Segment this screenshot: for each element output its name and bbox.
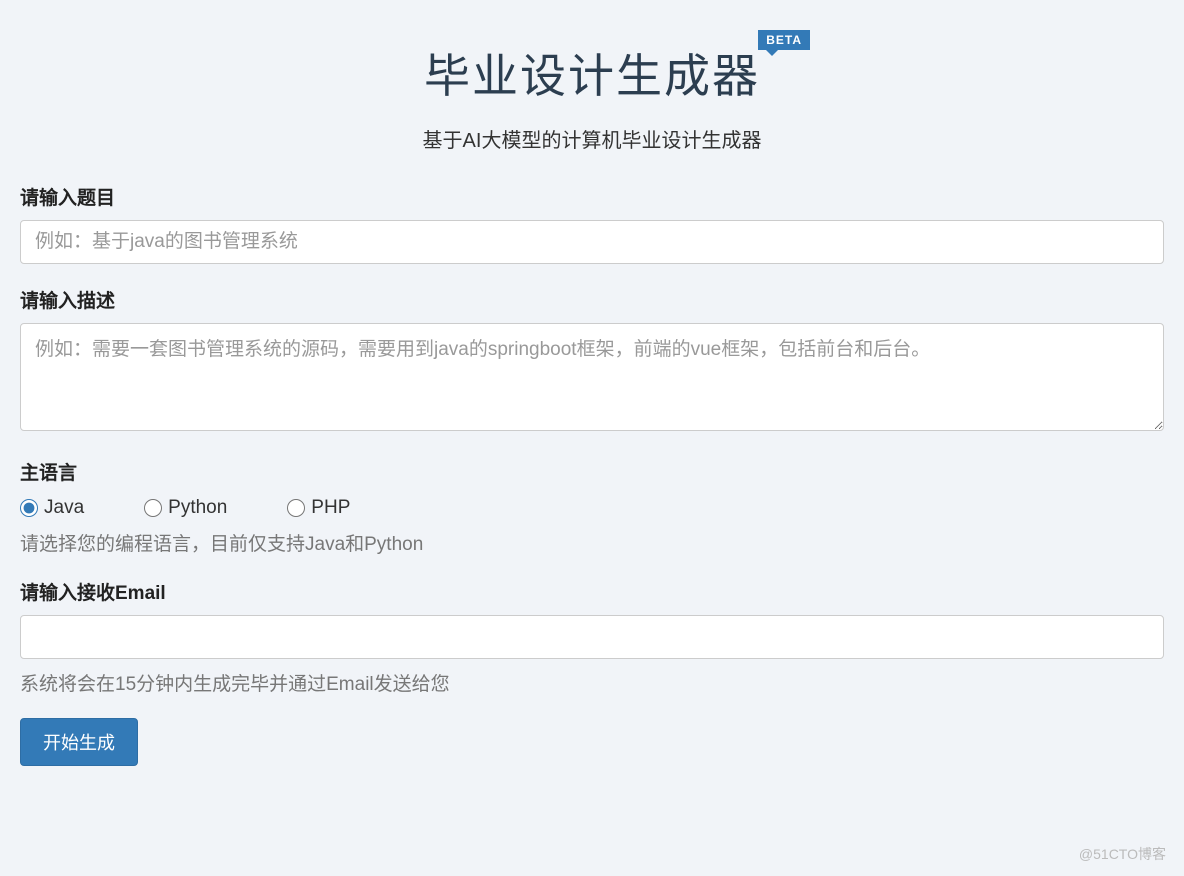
language-radio-java-label: Java bbox=[44, 497, 84, 519]
title-form-group: 请输入题目 bbox=[20, 183, 1164, 264]
page-subtitle: 基于AI大模型的计算机毕业设计生成器 bbox=[20, 124, 1164, 153]
language-label: 主语言 bbox=[20, 458, 1164, 485]
title-input[interactable] bbox=[20, 220, 1164, 264]
language-radio-java[interactable] bbox=[20, 499, 38, 517]
email-label: 请输入接收Email bbox=[20, 578, 1164, 605]
language-option-python[interactable]: Python bbox=[144, 497, 227, 519]
watermark: @51CTO博客 bbox=[1079, 844, 1166, 864]
beta-badge: BETA bbox=[758, 30, 810, 50]
email-input[interactable] bbox=[20, 615, 1164, 659]
language-radio-php[interactable] bbox=[287, 499, 305, 517]
language-option-java[interactable]: Java bbox=[20, 497, 84, 519]
language-radio-python[interactable] bbox=[144, 499, 162, 517]
language-option-php[interactable]: PHP bbox=[287, 497, 350, 519]
description-form-group: 请输入描述 bbox=[20, 286, 1164, 436]
page-title: 毕业设计生成器 bbox=[424, 40, 760, 106]
language-help-text: 请选择您的编程语言，目前仅支持Java和Python bbox=[20, 529, 1164, 556]
page-header: 毕业设计生成器 BETA 基于AI大模型的计算机毕业设计生成器 bbox=[20, 20, 1164, 183]
language-radio-php-label: PHP bbox=[311, 497, 350, 519]
email-form-group: 请输入接收Email 系统将会在15分钟内生成完毕并通过Email发送给您 bbox=[20, 578, 1164, 696]
language-radio-python-label: Python bbox=[168, 497, 227, 519]
title-label: 请输入题目 bbox=[20, 183, 1164, 210]
submit-button[interactable]: 开始生成 bbox=[20, 718, 138, 766]
description-input[interactable] bbox=[20, 323, 1164, 431]
language-form-group: 主语言 Java Python PHP 请选择您的编程语言，目前仅支持Java和… bbox=[20, 458, 1164, 556]
email-help-text: 系统将会在15分钟内生成完毕并通过Email发送给您 bbox=[20, 669, 1164, 696]
language-radio-group: Java Python PHP bbox=[20, 497, 1164, 519]
description-label: 请输入描述 bbox=[20, 286, 1164, 313]
